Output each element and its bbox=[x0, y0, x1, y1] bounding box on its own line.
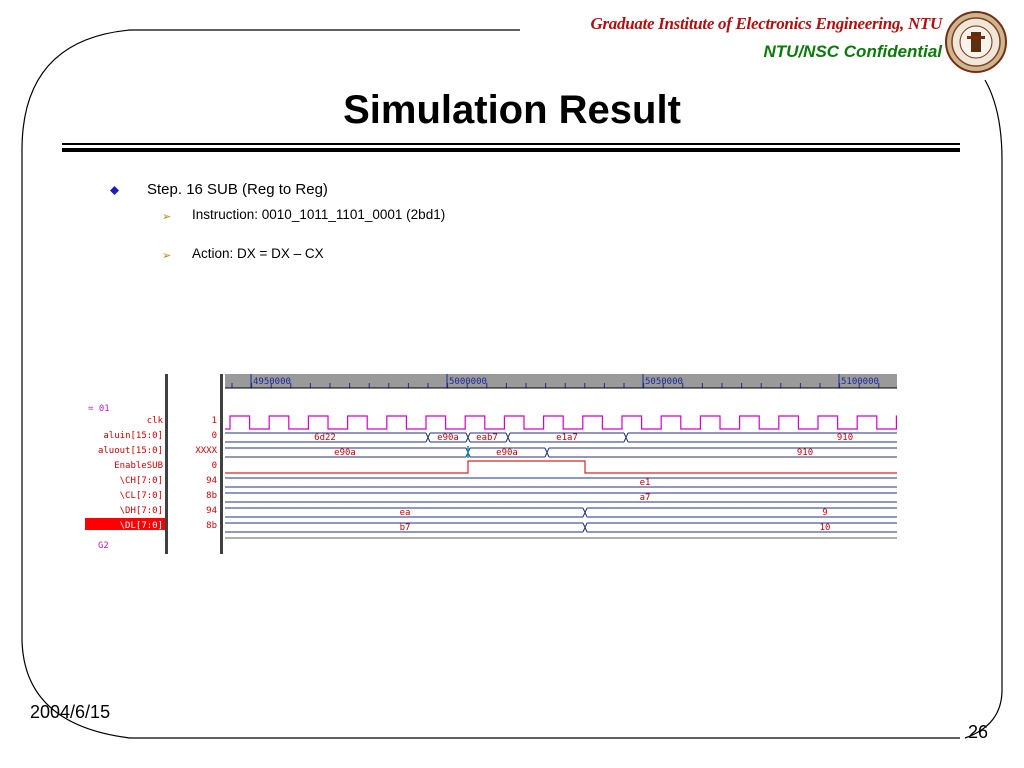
aluout-bus-segment-label: e90a bbox=[496, 448, 518, 458]
ruler-tick-label: 5000000 bbox=[449, 377, 487, 387]
signal-name[interactable]: EnableSUB bbox=[114, 461, 163, 471]
aluin-bus-transition bbox=[465, 432, 471, 443]
signal-value: 0 bbox=[212, 431, 217, 441]
sub-bullet-instruction: Instruction: 0010_1011_1101_0001 (2bd1) bbox=[192, 207, 446, 222]
signal-value: 0 bbox=[212, 461, 217, 471]
aluin-bus-segment-label: 910 bbox=[837, 433, 853, 443]
title-rule-thin bbox=[62, 143, 960, 145]
pane-divider-names bbox=[165, 374, 168, 554]
signal-name[interactable]: \CH[7:0] bbox=[120, 476, 163, 486]
sub-bullet-action: Action: DX = DX – CX bbox=[192, 246, 324, 261]
aluin-bus-transition bbox=[425, 432, 431, 443]
waveform-viewer: 4950000 5000000 5050000 5100000 = 01 clk 1 alui… bbox=[85, 374, 897, 554]
aluin-bus-transition bbox=[505, 432, 511, 443]
signal-value: XXXX bbox=[195, 446, 217, 456]
aluout-bus-segment-label: 910 bbox=[797, 448, 813, 458]
clk-waveform bbox=[225, 415, 897, 430]
group-label: G2 bbox=[98, 541, 109, 551]
ruler-tick-label: 4950000 bbox=[253, 377, 291, 387]
signal-value: 8b bbox=[206, 521, 217, 531]
signal-value: 8b bbox=[206, 491, 217, 501]
title-rule-thick bbox=[62, 148, 960, 152]
pane-divider-values bbox=[220, 374, 223, 554]
aluin-bus-segment-label: e1a7 bbox=[556, 433, 578, 443]
aluin-bus-transition bbox=[623, 432, 629, 443]
aluout-bus-segment-label: e90a bbox=[334, 448, 356, 458]
aluin-bus-segment-label: eab7 bbox=[476, 433, 498, 443]
signal-name[interactable]: aluout[15:0] bbox=[98, 446, 163, 456]
time-ruler bbox=[225, 374, 897, 388]
university-seal-icon bbox=[945, 11, 1007, 73]
confidential-label: NTU/NSC Confidential bbox=[763, 42, 943, 61]
signal-value: 94 bbox=[206, 476, 217, 486]
dh-bus-segment-label: ea bbox=[400, 508, 411, 518]
dh-bus-transition bbox=[582, 507, 588, 518]
signal-value: 1 bbox=[212, 416, 217, 426]
cursor-label: = 01 bbox=[88, 404, 110, 414]
arrow-bullet-icon: ➢ bbox=[162, 250, 172, 262]
ruler-tick-label: 5100000 bbox=[841, 377, 879, 387]
signal-name[interactable]: clk bbox=[147, 416, 164, 426]
signal-name[interactable]: \DH[7:0] bbox=[120, 506, 163, 516]
signal-name[interactable]: \DL[7:0] bbox=[120, 521, 163, 531]
dl-bus-transition bbox=[582, 522, 588, 533]
cl-bus-segment-label: a7 bbox=[640, 493, 651, 503]
aluin-bus-segment-label: 6d22 bbox=[314, 433, 336, 443]
enablesub-waveform bbox=[225, 460, 897, 474]
ruler-tick-label: 5050000 bbox=[645, 377, 683, 387]
aluout-bus-transition bbox=[544, 447, 550, 458]
slide-title: Simulation Result bbox=[343, 88, 681, 132]
dh-bus-segment-label: 9 bbox=[822, 508, 827, 518]
aluin-bus-segment-label: e90a bbox=[437, 433, 459, 443]
signal-value: 94 bbox=[206, 506, 217, 516]
diamond-bullet-icon bbox=[110, 186, 119, 195]
signal-name[interactable]: aluin[15:0] bbox=[103, 431, 163, 441]
dl-bus-segment-label: b7 bbox=[400, 523, 411, 533]
dl-bus-segment-label: 10 bbox=[820, 523, 831, 533]
arrow-bullet-icon: ➢ bbox=[162, 211, 172, 223]
signal-name[interactable]: \CL[7:0] bbox=[120, 491, 163, 501]
institute-name: Graduate Institute of Electronics Engine… bbox=[590, 14, 943, 33]
page-number: 26 bbox=[968, 722, 989, 742]
footer-date: 2004/6/15 bbox=[30, 702, 111, 722]
ch-bus-segment-label: e1 bbox=[640, 478, 651, 488]
bullet-step: Step. 16 SUB (Reg to Reg) bbox=[147, 181, 328, 198]
